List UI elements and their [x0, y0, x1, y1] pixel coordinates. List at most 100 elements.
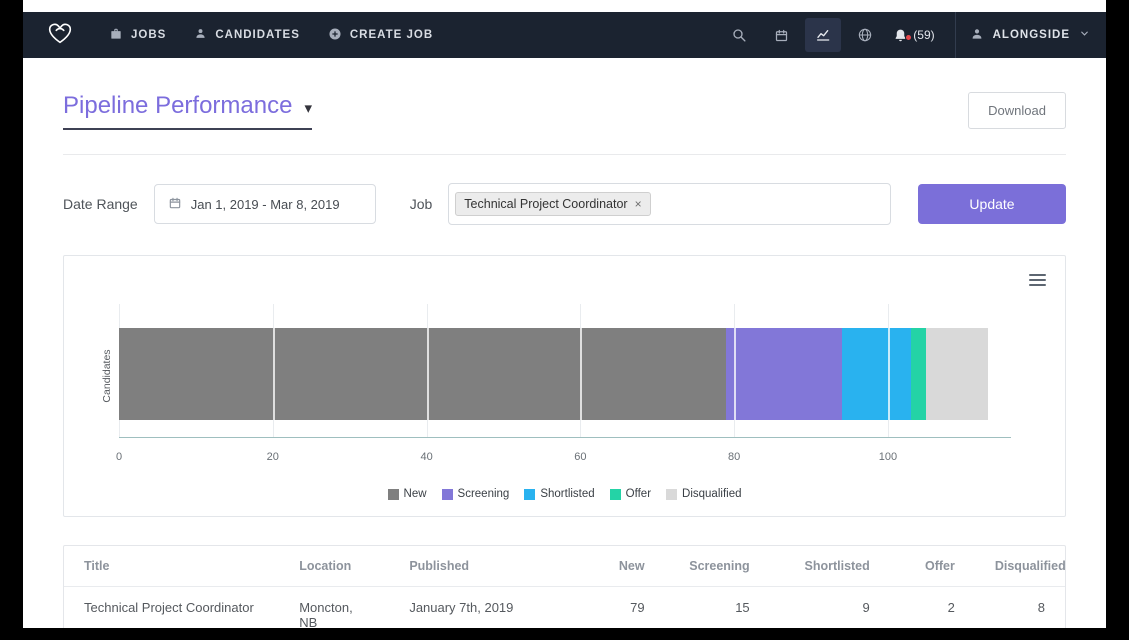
legend-item: Screening: [442, 488, 510, 500]
legend-item: Disqualified: [666, 488, 741, 500]
table-body: Technical Project CoordinatorMoncton, NB…: [64, 587, 1065, 628]
notification-count: (59): [913, 28, 934, 42]
chart-plot: 020406080100: [119, 304, 1011, 438]
table-cell: 2: [890, 587, 975, 628]
pipeline-chart-card: Candidates 020406080100 NewScreeningShor…: [63, 255, 1066, 517]
nav-item-candidates[interactable]: CANDIDATES: [194, 27, 300, 43]
user-icon: [970, 27, 984, 44]
column-header: Location: [279, 546, 389, 586]
table-cell: 79: [580, 587, 665, 628]
alongside-logo[interactable]: [45, 18, 75, 53]
notification-dot: [905, 34, 912, 41]
nav-item-label: CREATE JOB: [350, 29, 433, 41]
notifications-bell[interactable]: (59): [889, 28, 938, 43]
tag-close-icon[interactable]: ×: [635, 198, 642, 210]
legend-label: New: [404, 488, 427, 500]
person-icon: [194, 27, 207, 43]
download-button[interactable]: Download: [968, 92, 1066, 129]
nav-menu: JOBS CANDIDATES CREATE JOB: [109, 27, 433, 44]
job-tag-label: Technical Project Coordinator: [464, 197, 627, 211]
bar-segment-shortlisted: [842, 328, 911, 420]
table-cell: Technical Project Coordinator: [64, 587, 279, 628]
table-cell: January 7th, 2019: [389, 587, 579, 628]
column-header: Published: [389, 546, 579, 586]
filter-bar: Date Range Jan 1, 2019 - Mar 8, 2019 Job…: [63, 183, 1066, 225]
app-window: JOBS CANDIDATES CREATE JOB: [23, 0, 1106, 628]
legend-label: Disqualified: [682, 488, 741, 500]
nav-divider: [955, 12, 956, 58]
pipeline-table: TitleLocationPublishedNewScreeningShortl…: [63, 545, 1066, 628]
bar-segment-new: [119, 328, 726, 420]
chart-legend: New Screening Shortlisted Offer Disqualified: [64, 488, 1065, 500]
legend-label: Shortlisted: [540, 488, 594, 500]
account-menu[interactable]: ALONGSIDE: [970, 27, 1090, 44]
column-header: Screening: [665, 546, 770, 586]
table-cell: Moncton, NB: [279, 587, 389, 628]
briefcase-icon: [109, 27, 123, 44]
report-selector[interactable]: Pipeline Performance ▾: [63, 92, 312, 130]
bar-gridline: [734, 328, 736, 420]
job-label: Job: [410, 196, 433, 212]
header-divider: [63, 154, 1066, 155]
table-cell: 8: [975, 587, 1065, 628]
legend-item: New: [388, 488, 427, 500]
nav-right-icons: (59) ALONGSIDE: [715, 12, 1090, 58]
legend-swatch: [524, 489, 535, 500]
chevron-down-icon: [1079, 28, 1090, 42]
update-button[interactable]: Update: [918, 184, 1066, 224]
nav-item-create-job[interactable]: CREATE JOB: [328, 27, 433, 44]
column-header: Offer: [890, 546, 975, 586]
top-navbar: JOBS CANDIDATES CREATE JOB: [23, 12, 1106, 58]
date-range-input[interactable]: Jan 1, 2019 - Mar 8, 2019: [154, 184, 376, 224]
dropdown-caret-icon: ▾: [304, 95, 312, 117]
legend-swatch: [442, 489, 453, 500]
column-header: Shortlisted: [770, 546, 890, 586]
x-tick-label: 100: [879, 451, 897, 463]
calendar-small-icon: [168, 196, 182, 213]
chart-menu-icon[interactable]: [1029, 271, 1046, 289]
legend-swatch: [610, 489, 621, 500]
legend-swatch: [388, 489, 399, 500]
nav-item-label: CANDIDATES: [215, 29, 300, 41]
x-tick-label: 40: [420, 451, 432, 463]
column-header: Title: [64, 546, 279, 586]
column-header: New: [580, 546, 665, 586]
bar-gridline: [580, 328, 582, 420]
x-tick-label: 60: [574, 451, 586, 463]
job-tag: Technical Project Coordinator ×: [455, 192, 650, 216]
bar-segment-disqualified: [926, 328, 988, 420]
legend-item: Offer: [610, 488, 651, 500]
nav-item-label: JOBS: [131, 29, 166, 41]
analytics-chart-icon[interactable]: [805, 18, 841, 52]
bar-gridline: [427, 328, 429, 420]
table-cell: 15: [665, 587, 770, 628]
page-header: Pipeline Performance ▾ Download: [63, 92, 1066, 130]
bar-segment-screening: [726, 328, 841, 420]
table-row: Technical Project CoordinatorMoncton, NB…: [64, 587, 1065, 628]
y-axis-label: Candidates: [101, 349, 113, 402]
calendar-icon[interactable]: [763, 18, 799, 52]
search-icon[interactable]: [721, 18, 757, 52]
legend-label: Screening: [458, 488, 510, 500]
account-label: ALONGSIDE: [993, 29, 1070, 41]
date-range-value: Jan 1, 2019 - Mar 8, 2019: [191, 197, 340, 212]
legend-label: Offer: [626, 488, 651, 500]
legend-item: Shortlisted: [524, 488, 594, 500]
globe-icon[interactable]: [847, 18, 883, 52]
column-header: Disqualified: [975, 546, 1065, 586]
bar-gridline: [273, 328, 275, 420]
main-content: Pipeline Performance ▾ Download Date Ran…: [23, 92, 1106, 628]
bar-segment-offer: [911, 328, 926, 420]
table-cell: 9: [770, 587, 890, 628]
stacked-bar: [119, 328, 988, 420]
x-tick-label: 80: [728, 451, 740, 463]
job-select-input[interactable]: Technical Project Coordinator ×: [448, 183, 891, 225]
nav-item-jobs[interactable]: JOBS: [109, 27, 166, 44]
bar-gridline: [888, 328, 890, 420]
x-tick-label: 20: [267, 451, 279, 463]
plus-circle-icon: [328, 27, 342, 44]
page-title: Pipeline Performance: [63, 92, 292, 120]
heart-logo-icon: [45, 18, 75, 53]
x-tick-label: 0: [116, 451, 122, 463]
legend-swatch: [666, 489, 677, 500]
